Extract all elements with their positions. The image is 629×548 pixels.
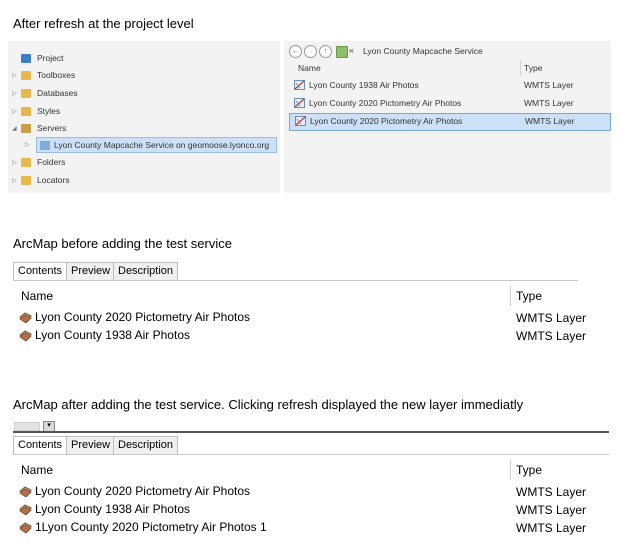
catalog-item-label: Folders	[37, 157, 66, 167]
up-icon[interactable]: ↑	[319, 45, 332, 58]
forward-icon[interactable]: →	[304, 45, 317, 58]
tab-preview[interactable]: Preview	[66, 436, 116, 455]
location-breadcrumb[interactable]: Lyon County Mapcache Service	[363, 46, 483, 56]
table-row[interactable]: Lyon County 1938 Air Photos WMTS Layer	[290, 78, 610, 94]
arcmap-after-tabs: Contents Preview Description	[13, 436, 609, 456]
layer-type: WMTS Layer	[516, 329, 587, 343]
list-item[interactable]: Lyon County 1938 Air Photos	[19, 502, 190, 516]
catalog-item-styles[interactable]: ▷ Styles	[12, 103, 60, 119]
server-icon	[21, 123, 31, 133]
layer-type: WMTS Layer	[516, 311, 587, 325]
layer-name: Lyon County 2020 Pictometry Air Photos	[35, 310, 251, 324]
catalog-item-label: Databases	[37, 88, 78, 98]
layer-type: WMTS Layer	[516, 485, 587, 499]
catalog-item-servers[interactable]: ◢ Servers	[12, 120, 66, 136]
folder-icon	[21, 157, 31, 167]
locator-icon	[21, 175, 31, 185]
catalog-item-toolboxes[interactable]: ▷ Toolboxes	[12, 67, 75, 83]
wmts-layer-icon	[19, 504, 32, 515]
wmts-layer-icon	[19, 522, 32, 533]
back-icon[interactable]: ←	[289, 45, 302, 58]
layer-type: WMTS Layer	[524, 98, 574, 108]
catalog-item-label: Toolboxes	[37, 70, 76, 80]
layer-name: Lyon County 1938 Air Photos	[309, 80, 419, 90]
layer-name: Lyon County 2020 Pictometry Air Photos	[310, 116, 463, 126]
column-header-type[interactable]: Type	[524, 63, 542, 73]
column-header-name[interactable]: Name	[298, 63, 321, 73]
toolbox-icon	[21, 70, 31, 80]
column-header-type[interactable]: Type	[516, 289, 542, 303]
pro-heading: After refresh at the project level	[13, 16, 194, 31]
database-icon	[21, 88, 31, 98]
expand-icon[interactable]: ▷	[12, 90, 21, 97]
arcmap-toolbar: ▾	[13, 420, 609, 432]
column-header-type[interactable]: Type	[516, 463, 542, 477]
catalog-item-databases[interactable]: ▷ Databases	[12, 85, 78, 101]
tab-contents[interactable]: Contents	[13, 436, 68, 455]
wmts-layer-icon	[294, 98, 305, 108]
wmts-service-icon	[40, 140, 50, 150]
layer-type: WMTS Layer	[524, 80, 574, 90]
layer-name: Lyon County 2020 Pictometry Air Photos	[35, 484, 251, 498]
toolbar-button[interactable]	[14, 422, 40, 431]
expand-icon[interactable]: ▷	[12, 177, 21, 184]
arcmap-before-tabs: Contents Preview Description	[13, 262, 578, 282]
expand-icon[interactable]: ▷	[12, 159, 21, 166]
expand-icon[interactable]: ▷	[12, 72, 21, 79]
list-item[interactable]: Lyon County 2020 Pictometry Air Photos	[19, 484, 250, 498]
catalog-item-folders[interactable]: ▷ Folders	[12, 154, 65, 170]
column-header-name[interactable]: Name	[21, 463, 53, 477]
tab-contents[interactable]: Contents	[13, 262, 68, 281]
catalog-item-label: Project	[37, 53, 64, 63]
styles-icon	[21, 106, 31, 116]
column-header-name[interactable]: Name	[21, 289, 53, 303]
layer-type: WMTS Layer	[516, 521, 587, 535]
list-item[interactable]: Lyon County 1938 Air Photos	[19, 328, 190, 342]
layer-name: Lyon County 1938 Air Photos	[35, 502, 190, 516]
layer-type: WMTS Layer	[516, 503, 587, 517]
catalog-location-icon	[336, 46, 348, 58]
arcmap-before-heading: ArcMap before adding the test service	[13, 236, 232, 251]
table-row[interactable]: Lyon County 2020 Pictometry Air Photos W…	[290, 96, 610, 112]
expand-icon[interactable]: ▷	[12, 108, 21, 115]
catalog-item-label: Lyon County Mapcache Service on geomoose…	[54, 140, 270, 150]
catalog-item-label: Styles	[37, 106, 61, 116]
wmts-layer-icon	[294, 80, 305, 90]
catalog-item-label: Servers	[37, 123, 67, 133]
catalog-item-locators[interactable]: ▷ Locators	[12, 172, 70, 188]
list-item[interactable]: Lyon County 2020 Pictometry Air Photos	[19, 310, 250, 324]
wmts-layer-icon	[19, 312, 32, 323]
project-icon	[21, 53, 31, 63]
wmts-layer-icon	[19, 486, 32, 497]
arcmap-after-heading: ArcMap after adding the test service. Cl…	[13, 397, 524, 412]
list-item[interactable]: 1Lyon County 2020 Pictometry Air Photos …	[19, 520, 267, 534]
catalog-contents-pane: ← → ↑ « Lyon County Mapcache Service Nam…	[284, 41, 611, 193]
layer-name: 1Lyon County 2020 Pictometry Air Photos …	[35, 520, 267, 534]
catalog-item-mapcache-service[interactable]: Lyon County Mapcache Service on geomoose…	[36, 137, 277, 153]
tab-description[interactable]: Description	[113, 262, 179, 281]
expand-icon[interactable]: ▷	[25, 141, 34, 148]
wmts-layer-icon	[295, 116, 306, 126]
wmts-layer-icon	[19, 330, 32, 341]
table-row-selected[interactable]: Lyon County 2020 Pictometry Air Photos W…	[289, 113, 611, 131]
layer-type: WMTS Layer	[525, 116, 575, 126]
catalog-item-label: Locators	[37, 175, 70, 185]
layer-name: Lyon County 1938 Air Photos	[35, 328, 190, 342]
location-prefix[interactable]: «	[349, 45, 354, 55]
catalog-pane: Project ▷ Toolboxes ▷ Databases ▷ Styles…	[8, 41, 280, 193]
catalog-item-project[interactable]: Project	[12, 50, 63, 66]
tab-description[interactable]: Description	[113, 436, 179, 455]
tab-preview[interactable]: Preview	[66, 262, 116, 281]
collapse-icon[interactable]: ◢	[12, 125, 21, 132]
layer-name: Lyon County 2020 Pictometry Air Photos	[309, 98, 462, 108]
